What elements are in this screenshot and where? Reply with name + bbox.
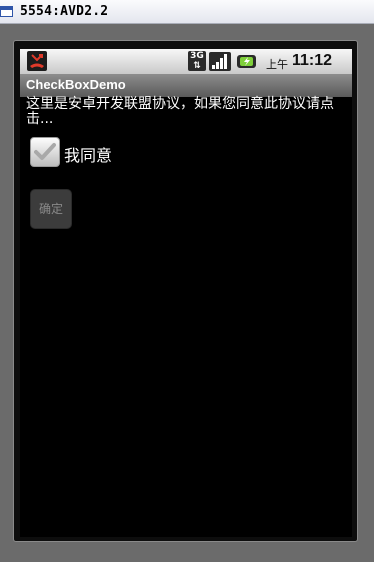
agree-checkbox-row[interactable]: 我同意 (30, 137, 230, 171)
missed-call-icon (27, 51, 47, 71)
status-bar[interactable]: 3G ⇅ 上午 11:12 (20, 49, 352, 74)
emulator-window-titlebar[interactable]: 5554:AVD2.2 (0, 0, 374, 24)
device-frame: 3G ⇅ 上午 11:12 CheckBoxDemo 这里是安卓开发联盟协议，如… (13, 40, 358, 542)
battery-charging-icon (236, 54, 258, 69)
clock-time: 11:12 (292, 52, 333, 69)
window-title: 5554:AVD2.2 (20, 4, 109, 19)
app-title: CheckBoxDemo (26, 77, 126, 92)
network-3g-icon: 3G ⇅ (188, 51, 206, 71)
data-arrows-icon: ⇅ (193, 61, 201, 71)
clock-ampm: 上午 (266, 58, 288, 71)
device-screen: 3G ⇅ 上午 11:12 CheckBoxDemo 这里是安卓开发联盟协议，如… (20, 49, 352, 537)
confirm-button[interactable]: 确定 (30, 189, 72, 229)
checkmark-icon (34, 143, 56, 160)
agree-checkbox-label[interactable]: 我同意 (64, 142, 112, 166)
window-icon (0, 6, 13, 17)
agreement-text: 这里是安卓开发联盟协议，如果您同意此协议请点击... (26, 96, 334, 127)
app-title-bar: CheckBoxDemo (20, 74, 352, 97)
signal-strength-icon (209, 52, 231, 71)
agree-checkbox[interactable] (30, 137, 60, 167)
network-type: 3G (190, 51, 204, 61)
